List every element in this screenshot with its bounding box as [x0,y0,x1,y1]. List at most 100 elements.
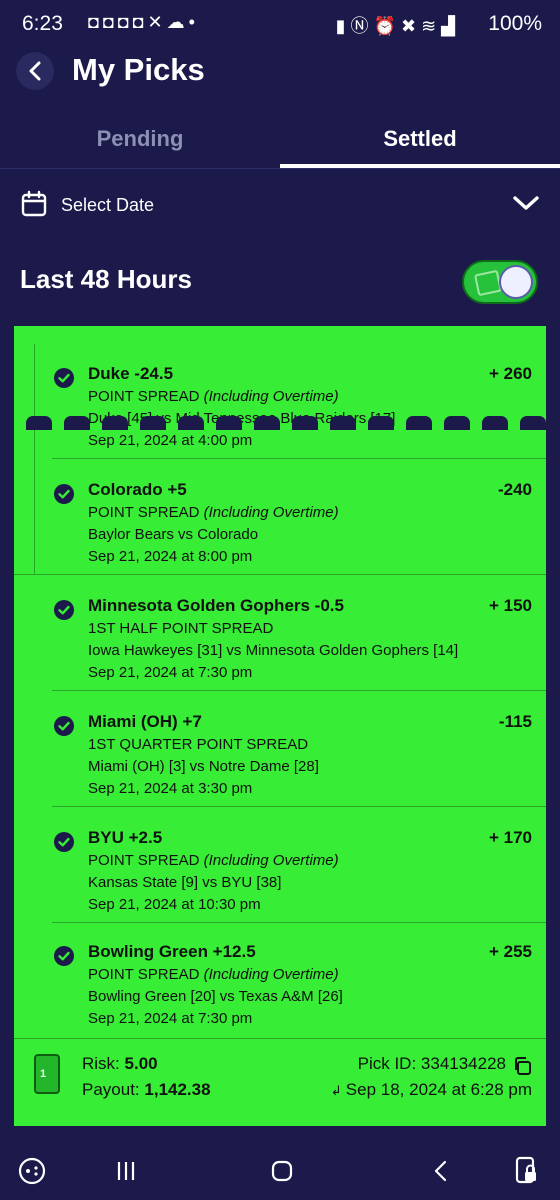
payout-label: Payout: [82,1080,140,1099]
leg-datetime: Sep 21, 2024 at 7:30 pm [88,1010,253,1027]
leg-market-note: (Including Overtime) [203,388,339,405]
discord-icon: ◘ [117,12,133,32]
payout-value: 1,142.38 [144,1080,211,1099]
ticket-notch [368,416,394,430]
ticket-footer: 1 Risk: 5.00 Payout: 1,142.38 Pick ID: 3… [14,1042,546,1126]
ticket-notch [406,416,432,430]
ticket-icon [473,269,503,297]
lock-phone-icon [515,1156,536,1184]
system-back-button[interactable] [420,1154,460,1188]
risk-amount: Risk: 5.00 [82,1054,158,1074]
pick-id-value: 334134228 [420,1054,506,1073]
risk-label: Risk: [82,1054,120,1073]
leg-odds: -115 [498,712,532,731]
leg-market-type: POINT SPREAD [88,388,200,405]
status-time: 6:23 [22,12,63,35]
dot-icon: • [188,12,199,32]
leg-selection: Miami (OH) +7 [88,712,202,731]
pick-id-label: Pick ID: [357,1054,417,1073]
copy-icon[interactable] [512,1056,532,1076]
leg-market-type: POINT SPREAD [88,852,200,869]
home-icon [271,1160,293,1182]
game-launcher-button[interactable] [12,1154,52,1188]
range-heading: Last 48 Hours [20,264,192,294]
weather-icon: ☁ [166,12,189,32]
ticket-notch [102,416,128,430]
date-selector[interactable]: Select Date [0,182,560,228]
nfc-icon: Ⓝ [350,16,374,36]
battery-saver-icon: ▮ [335,16,351,36]
mute-icon: ✖ [400,16,422,36]
check-circle-icon [54,368,74,388]
leg-matchup: Miami (OH) [3] vs Notre Dame [28] [88,758,319,775]
range-toggle[interactable] [462,260,538,304]
chevron-down-icon[interactable] [512,194,540,212]
leg-datetime: Sep 21, 2024 at 4:00 pm [88,432,253,449]
ticket-notch [64,416,90,430]
check-circle-icon [54,716,74,736]
ticket-notch [330,416,356,430]
leg-datetime: Sep 21, 2024 at 3:30 pm [88,780,253,797]
group-connector [34,344,35,574]
leg-selection: Duke -24.5 [88,364,174,383]
leg-datetime: Sep 21, 2024 at 7:30 pm [88,664,253,681]
ticket-notch [254,416,280,430]
x-icon: ✕ [147,12,167,32]
placed-datetime: ↲ Sep 18, 2024 at 6:28 pm [331,1080,532,1100]
leg-selection: BYU +2.5 [88,828,163,847]
leg-market-note: (Including Overtime) [203,504,339,521]
tab-settled[interactable]: Settled [280,112,560,166]
discord-icon: ◘ [88,12,103,32]
home-button[interactable] [262,1154,302,1188]
leg-selection: Minnesota Golden Gophers -0.5 [88,596,344,615]
leg-matchup: Iowa Hawkeyes [31] vs Minnesota Golden G… [88,642,459,659]
payout-amount: Payout: 1,142.38 [82,1080,211,1100]
leg-market-type: POINT SPREAD [88,966,200,983]
top-bar: My Picks [0,50,560,96]
leg-market-type: POINT SPREAD [88,504,200,521]
leg-market-note: (Including Overtime) [203,852,339,869]
discord-icon: ◘ [102,12,118,32]
return-arrow-icon: ↲ [330,1083,342,1098]
tab-bar: Pending Settled [0,112,560,170]
back-button[interactable] [16,52,54,90]
pick-id: Pick ID: 334134228 [358,1054,506,1074]
tab-pending[interactable]: Pending [0,112,280,166]
leg-datetime: Sep 21, 2024 at 8:00 pm [88,548,253,565]
leg-odds: + 170 [488,828,532,847]
ticket-notch [140,416,166,430]
leg-market: POINT SPREAD (Including Overtime) [88,504,339,521]
ticket-notch [482,416,508,430]
risk-value: 5.00 [124,1054,158,1073]
accessibility-button[interactable] [506,1154,546,1188]
ticket-notch [26,416,52,430]
pick-ticket-card[interactable]: Duke -24.5 + 260 POINT SPREAD (Including… [14,326,546,1126]
leg-market: POINT SPREAD (Including Overtime) [88,388,339,405]
alarm-icon: ⏰ [373,16,401,36]
leg-market: POINT SPREAD (Including Overtime) [88,966,339,983]
status-bar: 6:23 ◘◘◘◘✕☁• ▮Ⓝ⏰✖≋▟ 100% [0,0,560,50]
signal-icon: ▟ [441,16,460,36]
battery-level: 100% [488,12,542,35]
ticket-notch [178,416,204,430]
check-circle-icon [54,832,74,852]
ticket-notch [216,416,242,430]
select-date-label: Select Date [61,195,155,215]
leg-selection: Colorado +5 [88,480,187,499]
cash-icon: 1 [34,1054,60,1094]
leg-odds: -240 [497,480,532,499]
leg-divider [52,458,546,459]
group-divider [14,574,546,575]
leg-selection: Bowling Green +12.5 [88,942,256,961]
recent-apps-button[interactable] [106,1154,146,1188]
notification-icons: ◘◘◘◘✕☁• [88,12,199,33]
leg-market-note: (Including Overtime) [203,966,339,983]
leg-divider [52,690,546,691]
check-circle-icon [54,946,74,966]
recents-icon [117,1162,135,1180]
ticket-notch [444,416,470,430]
back-icon [434,1160,447,1182]
ticket-edge [14,416,546,430]
leg-market: POINT SPREAD (Including Overtime) [88,852,339,869]
system-icons: ▮Ⓝ⏰✖≋▟ [336,12,460,38]
